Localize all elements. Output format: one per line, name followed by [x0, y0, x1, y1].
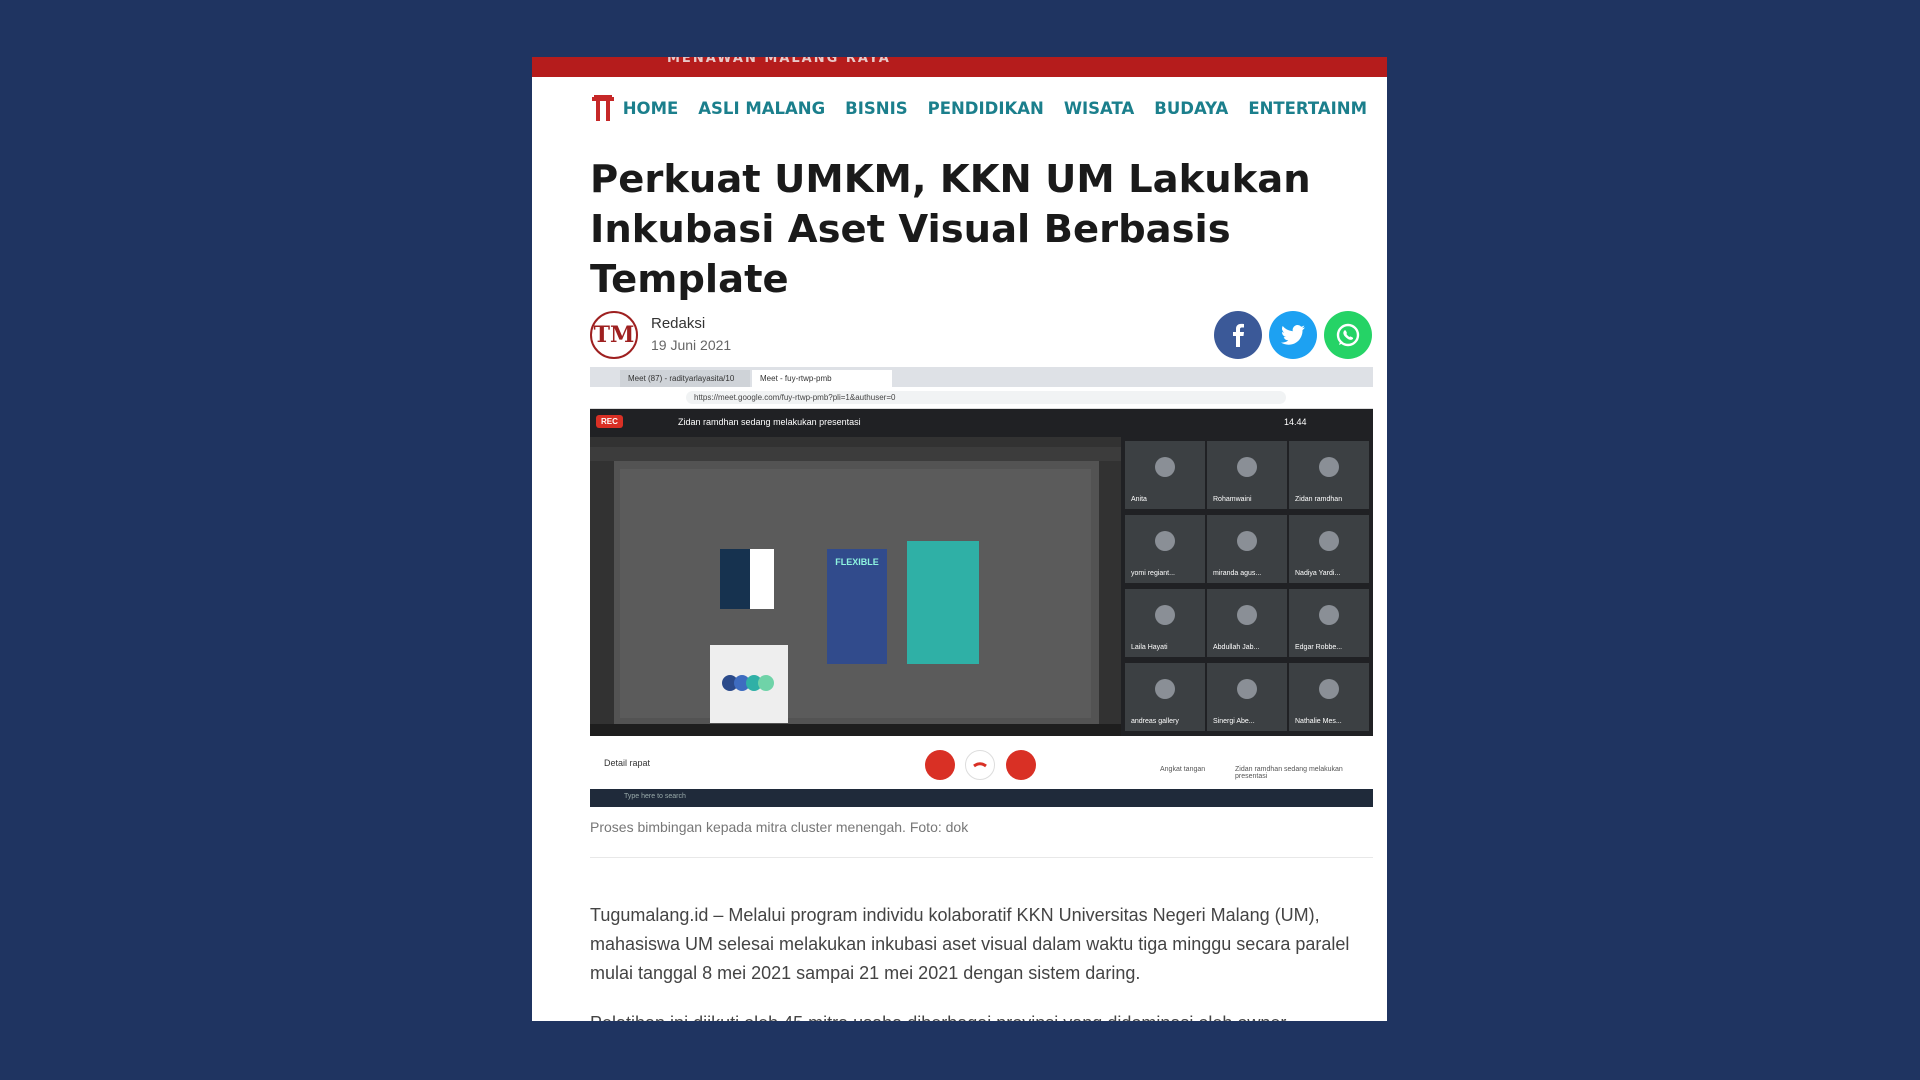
- participant-tile: Edgar Robbe...: [1289, 589, 1369, 657]
- nav-entertainment[interactable]: ENTERTAINM: [1248, 99, 1367, 118]
- participant-tile: Abdullah Jab...: [1207, 589, 1287, 657]
- artboard-1-page: [750, 549, 774, 609]
- camera-off-icon: [1006, 750, 1036, 780]
- browser-tabs: Meet (87) - radityarlayasita/10 Meet - f…: [590, 367, 1373, 387]
- participant-tile: yomi regiant...: [1125, 515, 1205, 583]
- taskbar-search: Type here to search: [624, 793, 686, 800]
- presenting-label: Zidan ramdhan sedang melakukan presentas…: [1235, 766, 1343, 780]
- mic-off-icon: [925, 750, 955, 780]
- site-logo-icon[interactable]: [592, 95, 614, 121]
- meet-controls: Detail rapat Angkat tangan Zidan ramdhan…: [590, 736, 1373, 789]
- hang-up-icon: [965, 750, 995, 780]
- facebook-icon: [1233, 323, 1244, 347]
- article-paragraph: Tugumalang.id – Melalui program individu…: [590, 905, 1350, 983]
- raise-hand-label: Angkat tangan: [1160, 766, 1206, 773]
- artboard-1: [720, 549, 750, 609]
- participant-tile: andreas gallery: [1125, 663, 1205, 731]
- properties-panel: [1099, 461, 1121, 724]
- main-nav: HOME ASLI MALANG BISNIS PENDIDIKAN WISAT…: [532, 77, 1387, 139]
- nav-budaya[interactable]: BUDAYA: [1154, 99, 1228, 118]
- article-photo: Meet (87) - radityarlayasita/10 Meet - f…: [590, 367, 1373, 807]
- tools-panel: [590, 461, 614, 724]
- windows-taskbar: Type here to search: [590, 789, 1373, 807]
- participant-tile: Rohamwaini: [1207, 441, 1287, 509]
- photo-caption: Proses bimbingan kepada mitra cluster me…: [590, 819, 969, 835]
- facebook-share-button[interactable]: [1214, 311, 1262, 359]
- participant-tile: Nathalie Mes...: [1289, 663, 1369, 731]
- meet-header: REC Zidan ramdhan sedang melakukan prese…: [590, 409, 1373, 437]
- artboard-tag: FLEXIBLE: [835, 557, 879, 567]
- presenting-text: Zidan ramdhan sedang melakukan presentas…: [678, 417, 861, 427]
- browser-address-bar: https://meet.google.com/fuy-rtwp-pmb?pli…: [590, 387, 1373, 409]
- twitter-share-button[interactable]: [1269, 311, 1317, 359]
- nav-bisnis[interactable]: BISNIS: [845, 99, 907, 118]
- nav-asli-malang[interactable]: ASLI MALANG: [698, 99, 825, 118]
- article-meta: TM Redaksi 19 Juni 2021: [532, 311, 1387, 375]
- shared-screen-editor: FLEXIBLE: [590, 437, 1121, 736]
- artboard-4: [710, 645, 788, 723]
- article-title: Perkuat UMKM, KKN UM Lakukan Inkubasi As…: [590, 157, 1311, 302]
- top-strip-text: MENAWAN MALANG RAYA: [667, 57, 891, 66]
- author-avatar: TM: [590, 311, 638, 359]
- nav-pendidikan[interactable]: PENDIDIKAN: [928, 99, 1044, 118]
- rec-badge: REC: [596, 415, 623, 428]
- participant-tile: Zidan ramdhan: [1289, 441, 1369, 509]
- author-name[interactable]: Redaksi: [651, 315, 705, 332]
- participant-tile: Sinergi Abe...: [1207, 663, 1287, 731]
- participants-grid: Anita Rohamwaini Zidan ramdhan yomi regi…: [1121, 437, 1373, 736]
- color-swatches-icon: [722, 675, 774, 691]
- url-field: https://meet.google.com/fuy-rtwp-pmb?pli…: [686, 391, 1286, 404]
- top-strip: MENAWAN MALANG RAYA: [532, 57, 1387, 77]
- divider: [590, 857, 1373, 858]
- article-paragraph: Pelatihan ini diikuti oleh 45 mitra usah…: [590, 1009, 1380, 1021]
- meeting-details-label: Detail rapat: [604, 758, 651, 768]
- twitter-icon: [1281, 325, 1305, 345]
- participant-tile: Laila Hayati: [1125, 589, 1205, 657]
- meet-clock: 14.44: [1284, 417, 1307, 427]
- artboard-3: [907, 541, 979, 664]
- whatsapp-share-button[interactable]: [1324, 311, 1372, 359]
- browser-tab: Meet (87) - radityarlayasita/10: [620, 370, 750, 387]
- browser-tab-active: Meet - fuy-rtwp-pmb: [752, 370, 892, 387]
- artboard-2: FLEXIBLE: [827, 549, 887, 664]
- whatsapp-icon: [1336, 323, 1360, 347]
- participant-tile: Nadiya Yardi...: [1289, 515, 1369, 583]
- nav-home[interactable]: HOME: [623, 99, 679, 118]
- participant-tile: miranda agus...: [1207, 515, 1287, 583]
- article-card: MENAWAN MALANG RAYA HOME ASLI MALANG BIS…: [532, 57, 1387, 1021]
- participant-tile: Anita: [1125, 441, 1205, 509]
- nav-wisata[interactable]: WISATA: [1064, 99, 1134, 118]
- publish-date: 19 Juni 2021: [651, 337, 732, 353]
